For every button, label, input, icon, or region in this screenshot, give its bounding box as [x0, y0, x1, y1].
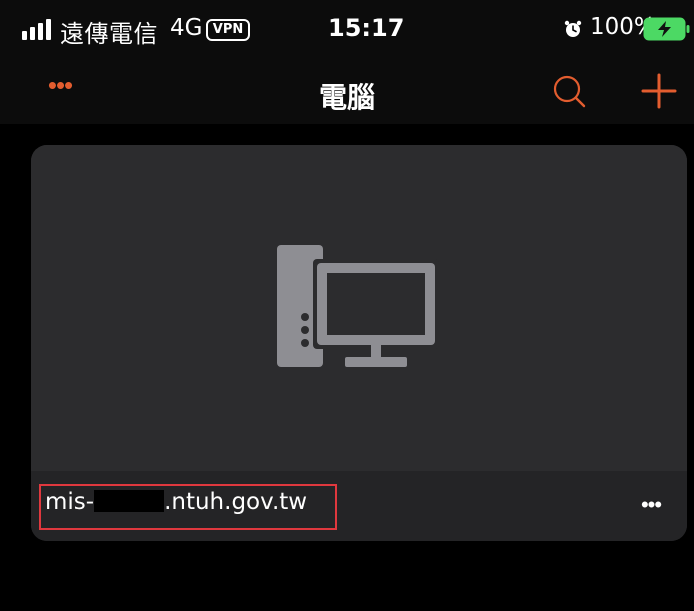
computer-preview[interactable] [31, 145, 687, 471]
phone-screen: 遠傳電信 4G VPN 15:17 100% ••• 電腦 mis- .ntuh… [0, 0, 694, 611]
hostname-prefix: mis- [45, 489, 95, 515]
navigation-bar: ••• 電腦 [0, 62, 694, 124]
desktop-computer-icon [277, 245, 439, 367]
computer-card-footer: mis- .ntuh.gov.tw ••• [31, 471, 687, 541]
vpn-badge: VPN [206, 19, 250, 41]
computer-more-button[interactable]: ••• [631, 494, 671, 517]
plus-icon[interactable] [640, 72, 678, 110]
redacted-block [94, 490, 165, 512]
battery-charging-icon [643, 17, 690, 41]
carrier-name: 遠傳電信 [60, 20, 158, 48]
computer-card[interactable]: mis- .ntuh.gov.tw ••• [31, 145, 687, 541]
signal-strength-icon [22, 18, 58, 40]
status-time: 15:17 [328, 14, 405, 42]
alarm-icon [564, 20, 582, 37]
search-icon[interactable] [552, 74, 586, 108]
status-bar: 遠傳電信 4G VPN 15:17 100% [0, 0, 694, 62]
page-title: 電腦 [318, 81, 375, 114]
computer-hostname[interactable]: mis- .ntuh.gov.tw [45, 489, 307, 515]
hostname-suffix: .ntuh.gov.tw [164, 489, 308, 515]
network-type: 4G [170, 15, 203, 41]
